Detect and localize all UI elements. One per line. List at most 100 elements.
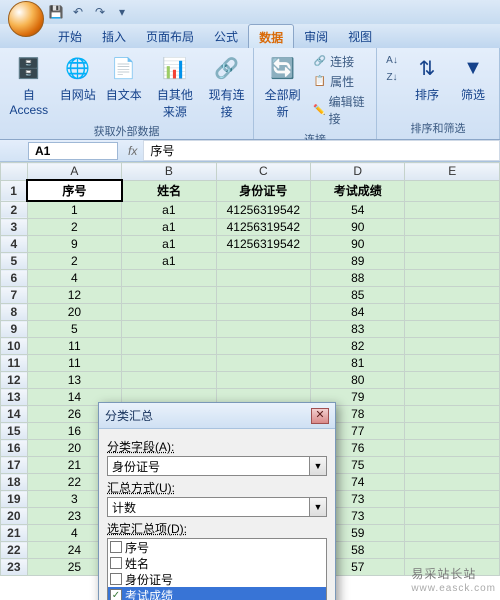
cell[interactable] [122,321,216,338]
cell[interactable]: a1 [122,253,216,270]
items-listbox[interactable]: 序号姓名身份证号✓考试成绩 [107,538,327,600]
row-header[interactable]: 6 [1,270,28,287]
cell[interactable] [405,440,500,457]
cell[interactable]: a1 [122,236,216,253]
cell[interactable] [405,457,500,474]
sort-button[interactable]: ⇅ 排序 [405,50,449,105]
cell[interactable]: 88 [311,270,405,287]
tab-插入[interactable]: 插入 [92,24,136,48]
row-header[interactable]: 9 [1,321,28,338]
cell[interactable] [405,321,500,338]
cell[interactable] [216,253,310,270]
checkbox[interactable] [110,573,122,585]
formula-input[interactable]: 序号 [143,140,500,161]
conn-small-button[interactable]: ✏️编辑链接 [311,92,370,128]
qat-dropdown-icon[interactable]: ▾ [112,2,132,22]
cell[interactable]: 54 [311,201,405,219]
office-orb[interactable] [8,1,44,37]
ext-data-button[interactable]: 🗄️自 Access [4,50,54,119]
list-item[interactable]: 序号 [108,539,326,555]
cell[interactable]: 2 [27,219,121,236]
cell[interactable] [405,270,500,287]
row-header[interactable]: 21 [1,525,28,542]
cell[interactable]: 9 [27,236,121,253]
undo-icon[interactable]: ↶ [68,2,88,22]
name-box[interactable]: A1 [28,142,118,160]
save-icon[interactable]: 💾 [46,2,66,22]
tab-审阅[interactable]: 审阅 [294,24,338,48]
redo-icon[interactable]: ↷ [90,2,110,22]
cell[interactable] [122,287,216,304]
cell[interactable]: 83 [311,321,405,338]
list-item[interactable]: 姓名 [108,555,326,571]
cell[interactable] [122,304,216,321]
select-all-corner[interactable] [1,163,28,181]
cell[interactable] [216,287,310,304]
row-header[interactable]: 10 [1,338,28,355]
ext-data-button[interactable]: 🔗现有连接 [204,50,249,122]
row-header[interactable]: 17 [1,457,28,474]
row-header[interactable]: 4 [1,236,28,253]
tab-开始[interactable]: 开始 [48,24,92,48]
cell[interactable] [405,525,500,542]
cell[interactable]: 序号 [27,180,121,201]
cell[interactable] [405,253,500,270]
tab-视图[interactable]: 视图 [338,24,382,48]
cell[interactable] [216,372,310,389]
ext-data-button[interactable]: 📊自其他来源 [148,50,202,122]
cell[interactable]: 1 [27,201,121,219]
cell[interactable]: 85 [311,287,405,304]
tab-数据[interactable]: 数据 [248,24,294,48]
cell[interactable] [405,219,500,236]
row-header[interactable]: 12 [1,372,28,389]
fx-icon[interactable]: fx [122,144,143,158]
checkbox[interactable] [110,557,122,569]
ext-data-button[interactable]: 📄自文本 [102,50,146,105]
row-header[interactable]: 19 [1,491,28,508]
cell[interactable]: 41256319542 [216,219,310,236]
cell[interactable]: 81 [311,355,405,372]
row-header[interactable]: 23 [1,559,28,576]
cell[interactable] [405,304,500,321]
cell[interactable]: 84 [311,304,405,321]
chevron-down-icon[interactable]: ▼ [309,457,326,475]
cell[interactable] [405,372,500,389]
cell[interactable] [405,287,500,304]
cell[interactable] [405,236,500,253]
cell[interactable] [216,270,310,287]
row-header[interactable]: 5 [1,253,28,270]
cell[interactable]: 5 [27,321,121,338]
cell[interactable] [216,355,310,372]
cell[interactable] [122,338,216,355]
method-combo[interactable]: ▼ [107,497,327,517]
cell[interactable] [405,389,500,406]
field-input[interactable] [108,457,309,475]
cell[interactable]: 2 [27,253,121,270]
cell[interactable] [216,338,310,355]
cell[interactable]: 80 [311,372,405,389]
sort-desc-button[interactable]: Z↓ [383,69,401,85]
method-input[interactable] [108,498,309,516]
row-header[interactable]: 8 [1,304,28,321]
conn-small-button[interactable]: 🔗连接 [311,52,370,71]
cell[interactable] [405,474,500,491]
conn-small-button[interactable]: 📋属性 [311,72,370,91]
close-icon[interactable]: ✕ [311,408,329,424]
cell[interactable]: 身份证号 [216,180,310,201]
list-item[interactable]: ✓考试成绩 [108,587,326,600]
cell[interactable] [405,491,500,508]
chevron-down-icon[interactable]: ▼ [309,498,326,516]
row-header[interactable]: 18 [1,474,28,491]
row-header[interactable]: 3 [1,219,28,236]
list-item[interactable]: 身份证号 [108,571,326,587]
tab-公式[interactable]: 公式 [204,24,248,48]
refresh-all-button[interactable]: 🔄 全部刷新 [258,50,307,122]
row-header[interactable]: 13 [1,389,28,406]
cell[interactable]: 41256319542 [216,236,310,253]
cell[interactable]: 20 [27,304,121,321]
cell[interactable] [405,406,500,423]
row-header[interactable]: 14 [1,406,28,423]
col-header[interactable]: D [311,163,405,181]
row-header[interactable]: 1 [1,180,28,201]
ext-data-button[interactable]: 🌐自网站 [56,50,100,105]
